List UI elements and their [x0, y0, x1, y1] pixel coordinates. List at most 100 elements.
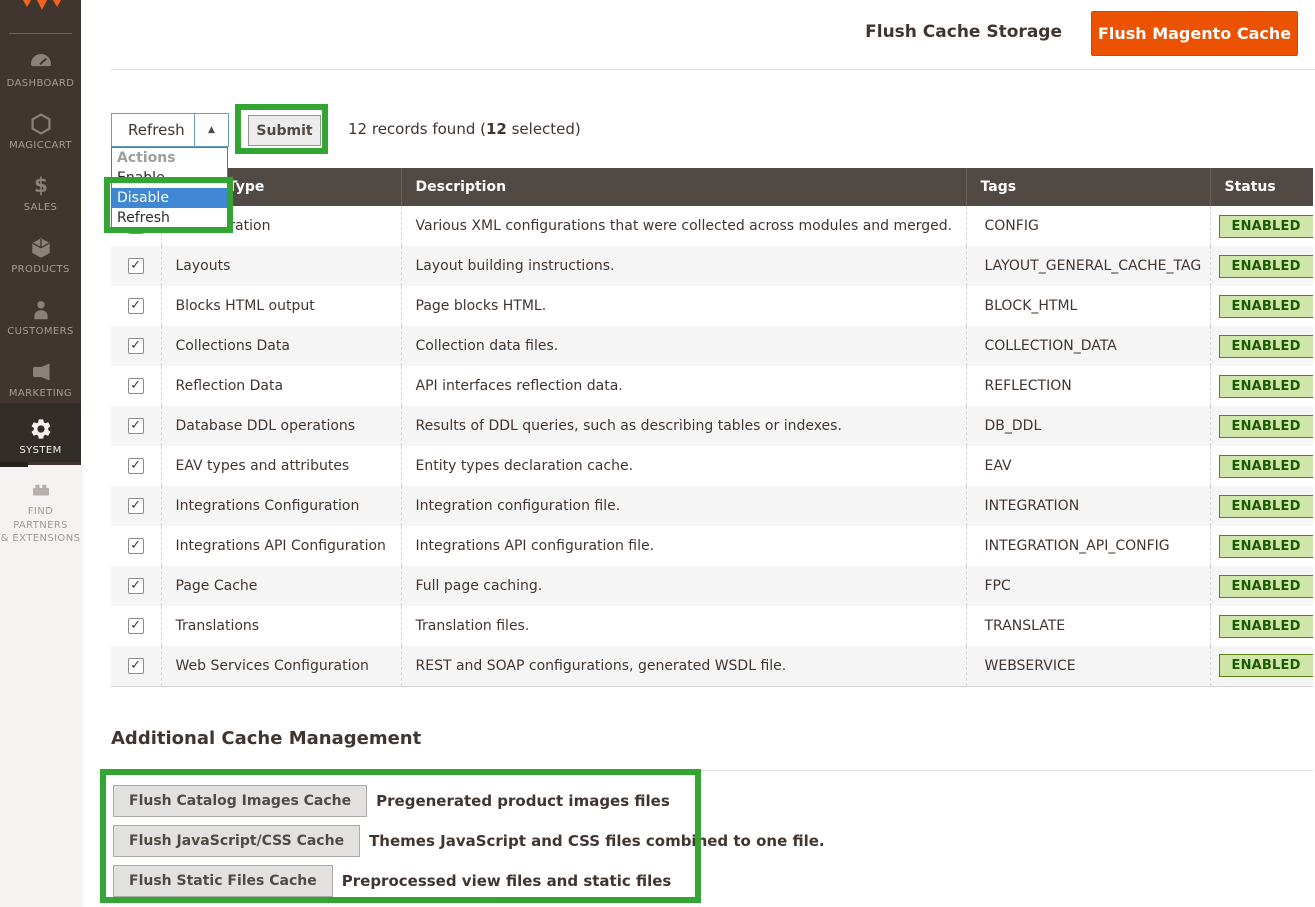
table-header-row: Cache Type Description Tags Status	[111, 168, 1313, 206]
row-checkbox[interactable]	[128, 338, 144, 354]
row-checkbox[interactable]	[128, 378, 144, 394]
tags-cell: LAYOUT_GENERAL_CACHE_TAG	[966, 246, 1210, 286]
row-checkbox[interactable]	[128, 658, 144, 674]
sidebar-item-label-line1: FIND PARTNERS	[13, 506, 68, 531]
dropdown-group-label: Actions	[112, 148, 227, 168]
flush-static-files-row: Flush Static Files Cache Preprocessed vi…	[113, 865, 671, 897]
tags-cell: COLLECTION_DATA	[966, 326, 1210, 366]
records-prefix: 12 records found (	[348, 120, 486, 138]
sidebar-item-products[interactable]: PRODUCTS	[0, 236, 81, 275]
sidebar-item-label: MAGICCART	[0, 140, 81, 151]
table-row: EAV types and attributes Entity types de…	[111, 446, 1313, 486]
col-header-description[interactable]: Description	[401, 168, 966, 206]
section-divider	[111, 770, 1313, 771]
table-row: Translations Translation files. TRANSLAT…	[111, 606, 1313, 646]
gear-icon	[0, 417, 81, 441]
table-row: Page Cache Full page caching. FPC ENABLE…	[111, 566, 1313, 606]
cache-type-cell: Integrations API Configuration	[161, 526, 401, 566]
table-row: Blocks HTML output Page blocks HTML. BLO…	[111, 286, 1313, 326]
row-checkbox[interactable]	[128, 538, 144, 554]
status-badge: ENABLED	[1219, 215, 1314, 238]
sidebar-item-label: MARKETING	[0, 388, 81, 399]
sidebar-item-label: DASHBOARD	[0, 78, 81, 89]
sidebar-item-system[interactable]: SYSTEM	[0, 403, 81, 462]
table-row: Integrations API Configuration Integrati…	[111, 526, 1313, 566]
table-row: Layouts Layout building instructions. LA…	[111, 246, 1313, 286]
chevron-up-icon[interactable]: ▲	[194, 114, 228, 146]
sidebar-item-marketing[interactable]: MARKETING	[0, 360, 81, 399]
dropdown-option-enable[interactable]: Enable	[112, 168, 227, 188]
row-checkbox[interactable]	[128, 578, 144, 594]
row-checkbox[interactable]	[128, 298, 144, 314]
row-checkbox[interactable]	[128, 418, 144, 434]
cache-type-cell: Translations	[161, 606, 401, 646]
page-header: Flush Cache Storage Flush Magento Cache	[111, 0, 1315, 70]
flush-catalog-images-row: Flush Catalog Images Cache Pregenerated …	[113, 785, 670, 817]
flush-cache-storage-button[interactable]: Flush Cache Storage	[865, 22, 1062, 42]
sidebar-item-sales[interactable]: $ SALES	[0, 174, 81, 213]
status-badge: ENABLED	[1219, 455, 1314, 478]
active-item-shadow	[0, 462, 28, 467]
mass-action-select[interactable]: Refresh ▲	[111, 113, 229, 147]
description-cell: Integration configuration file.	[401, 486, 966, 526]
description-cell: Layout building instructions.	[401, 246, 966, 286]
sidebar-item-dashboard[interactable]: DASHBOARD	[0, 50, 81, 89]
cache-type-cell: Web Services Configuration	[161, 646, 401, 686]
records-count: 12 records found (12 selected)	[348, 120, 581, 138]
row-checkbox[interactable]	[128, 258, 144, 274]
cache-type-cell: Layouts	[161, 246, 401, 286]
cache-type-cell: Database DDL operations	[161, 406, 401, 446]
mass-action-selected-value: Refresh	[112, 114, 194, 146]
tags-cell: REFLECTION	[966, 366, 1210, 406]
dropdown-option-refresh[interactable]: Refresh	[112, 208, 227, 228]
admin-sidebar: DASHBOARD MAGICCART $ SALES PRODUCTS CUS…	[0, 0, 81, 465]
sidebar-item-label: CUSTOMERS	[0, 326, 81, 337]
table-row: Configuration Various XML configurations…	[111, 206, 1313, 246]
sidebar-item-find-partners[interactable]: FIND PARTNERS & EXTENSIONS	[0, 477, 81, 546]
status-badge: ENABLED	[1219, 654, 1314, 677]
row-checkbox[interactable]	[128, 458, 144, 474]
tags-cell: INTEGRATION	[966, 486, 1210, 526]
records-suffix: selected)	[507, 120, 581, 138]
row-checkbox[interactable]	[128, 498, 144, 514]
additional-cache-title: Additional Cache Management	[111, 728, 421, 749]
person-icon	[0, 298, 81, 322]
dropdown-option-disable[interactable]: Disable	[112, 188, 227, 208]
status-badge: ENABLED	[1219, 255, 1314, 278]
status-badge: ENABLED	[1219, 495, 1314, 518]
cache-type-cell: Blocks HTML output	[161, 286, 401, 326]
description-cell: Page blocks HTML.	[401, 286, 966, 326]
col-header-status[interactable]: Status	[1210, 168, 1313, 206]
sidebar-item-label-line2: & EXTENSIONS	[1, 533, 81, 544]
description-cell: REST and SOAP configurations, generated …	[401, 646, 966, 686]
flush-magento-cache-button[interactable]: Flush Magento Cache	[1091, 11, 1298, 56]
dashboard-gauge-icon	[0, 50, 81, 74]
cache-grid: Cache Type Description Tags Status Confi…	[111, 168, 1313, 687]
flush-catalog-images-button[interactable]: Flush Catalog Images Cache	[113, 785, 367, 817]
description-cell: Integrations API configuration file.	[401, 526, 966, 566]
status-badge: ENABLED	[1219, 375, 1314, 398]
cache-type-cell: Integrations Configuration	[161, 486, 401, 526]
submit-button[interactable]: Submit	[248, 115, 321, 146]
col-header-tags[interactable]: Tags	[966, 168, 1210, 206]
flush-static-files-button[interactable]: Flush Static Files Cache	[113, 865, 333, 897]
sidebar-item-label: SYSTEM	[0, 445, 81, 456]
magento-logo-icon[interactable]	[22, 0, 62, 15]
sidebar-extension-area: FIND PARTNERS & EXTENSIONS	[0, 465, 83, 907]
sidebar-item-customers[interactable]: CUSTOMERS	[0, 298, 81, 337]
tags-cell: DB_DDL	[966, 406, 1210, 446]
row-checkbox[interactable]	[128, 618, 144, 634]
tags-cell: TRANSLATE	[966, 606, 1210, 646]
flush-js-css-button[interactable]: Flush JavaScript/CSS Cache	[113, 825, 360, 857]
description-cell: Various XML configurations that were col…	[401, 206, 966, 246]
megaphone-icon	[0, 360, 81, 384]
cache-type-cell: Page Cache	[161, 566, 401, 606]
flush-static-files-description: Preprocessed view files and static files	[342, 872, 672, 890]
description-cell: Entity types declaration cache.	[401, 446, 966, 486]
status-badge: ENABLED	[1219, 295, 1314, 318]
status-badge: ENABLED	[1219, 575, 1314, 598]
sidebar-item-magiccart[interactable]: MAGICCART	[0, 112, 81, 151]
flush-catalog-images-description: Pregenerated product images files	[376, 792, 670, 810]
sidebar-divider	[9, 33, 72, 34]
records-selected-count: 12	[486, 120, 507, 138]
